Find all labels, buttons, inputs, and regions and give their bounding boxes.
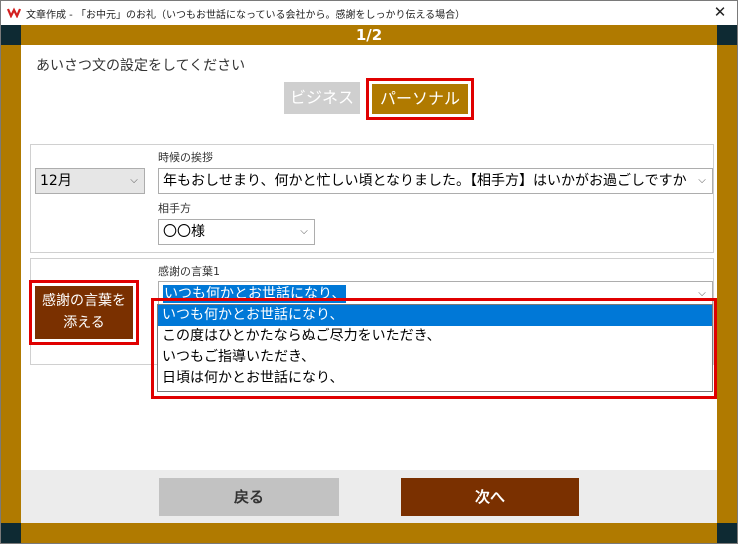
tab-personal[interactable]: パーソナル — [372, 84, 468, 114]
wizard-content: あいさつ文の設定をしてください ビジネス パーソナル 12月 ⌵ 時候の挨拶 年… — [21, 45, 717, 523]
thanks-dropdown-highlight: いつも何かとお世話になり、 この度はひとかたならぬご尽力をいただき、 いつもご指… — [151, 298, 717, 399]
chevron-down-icon[interactable]: ⌵ — [694, 169, 710, 193]
app-window: 文章作成 - 「お中元」のお礼（いつもお世話になっている会社から。感謝をしっかり… — [0, 0, 738, 544]
frame-corner — [717, 523, 737, 543]
close-button[interactable]: ✕ — [703, 1, 737, 25]
month-select-value: 12月 — [40, 173, 72, 189]
greeting-select[interactable]: 年もおしせまり、何かと忙しい頃となりました。【相手方】はいかがお過ごしですか ⌵ — [158, 168, 713, 194]
recipient-select-value: 〇〇様 — [163, 224, 205, 240]
add-thanks-button[interactable]: 感謝の言葉を 添える — [35, 286, 133, 339]
page-indicator: 1/2 — [355, 26, 383, 44]
month-select[interactable]: 12月 ⌵ — [35, 168, 145, 194]
recipient-label: 相手方 — [158, 202, 191, 215]
title-bar: 文章作成 - 「お中元」のお礼（いつもお世話になっている会社から。感謝をしっかり… — [1, 1, 737, 25]
dropdown-option[interactable]: 日頃は何かとお世話になり、 — [158, 368, 712, 389]
tab-personal-highlight: パーソナル — [366, 78, 474, 120]
add-thanks-button-label: 感謝の言葉を 添える — [42, 293, 126, 331]
dropdown-option[interactable]: いつもご指導いただき、 — [158, 347, 712, 368]
footer-bar: 戻る 次へ — [21, 470, 717, 523]
frame-corner — [1, 523, 21, 543]
tab-business[interactable]: ビジネス — [284, 82, 360, 114]
thanks-label: 感謝の言葉1 — [158, 265, 220, 278]
back-button[interactable]: 戻る — [159, 478, 339, 516]
window-title: 文章作成 - 「お中元」のお礼（いつもお世話になっている会社から。感謝をしっかり… — [26, 10, 466, 21]
recipient-select[interactable]: 〇〇様 ⌵ — [158, 219, 315, 245]
app-logo-icon — [7, 7, 21, 18]
wizard-frame: 1/2 あいさつ文の設定をしてください ビジネス パーソナル 12月 ⌵ 時候の… — [1, 25, 737, 543]
chevron-down-icon[interactable]: ⌵ — [296, 220, 312, 244]
dropdown-option[interactable]: この度はひとかたならぬご尽力をいただき、 — [158, 326, 712, 347]
greeting-panel — [30, 144, 714, 253]
thanks-dropdown-list: いつも何かとお世話になり、 この度はひとかたならぬご尽力をいただき、 いつもご指… — [157, 304, 713, 392]
greeting-select-value: 年もおしせまり、何かと忙しい頃となりました。【相手方】はいかがお過ごしですか — [163, 173, 687, 189]
instruction-text: あいさつ文の設定をしてください — [36, 58, 246, 74]
add-thanks-highlight: 感謝の言葉を 添える — [29, 280, 139, 345]
greeting-label: 時候の挨拶 — [158, 151, 213, 164]
next-button[interactable]: 次へ — [401, 478, 579, 516]
chevron-down-icon[interactable]: ⌵ — [126, 169, 142, 193]
dropdown-option[interactable]: いつも何かとお世話になり、 — [158, 305, 712, 326]
